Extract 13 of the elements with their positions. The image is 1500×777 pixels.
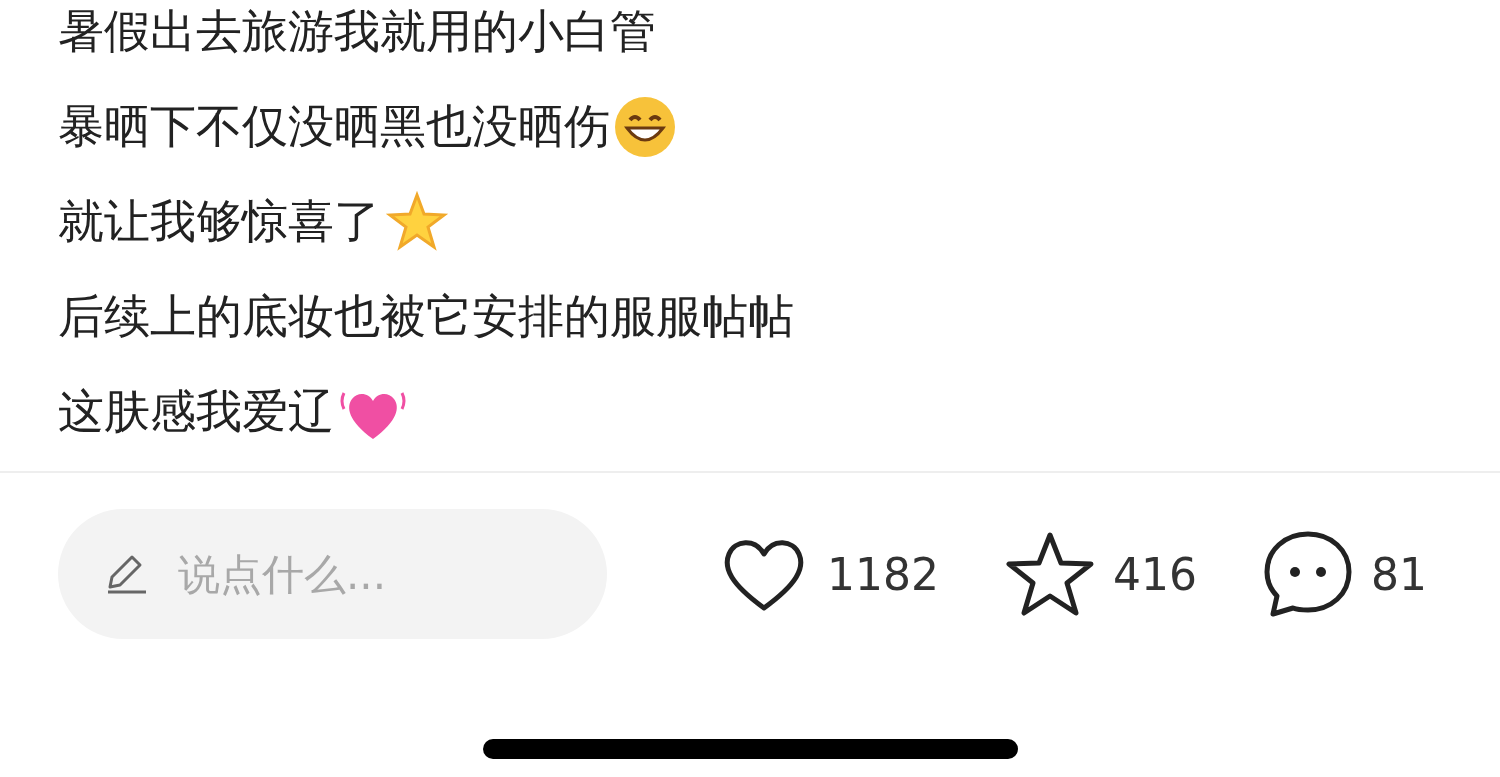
post-text: 暴晒下不仅没晒黑也没晒伤: [58, 97, 610, 155]
comment-input[interactable]: 说点什么...: [176, 548, 540, 600]
comment-icon: [1262, 530, 1353, 618]
like-button[interactable]: 1182: [719, 534, 939, 614]
collect-button[interactable]: 416: [1005, 531, 1197, 617]
comment-field[interactable]: 说点什么...: [58, 509, 607, 639]
post-text: 就让我够惊喜了: [58, 192, 380, 250]
grin-emoji-icon: [614, 95, 676, 158]
post-text: 后续上的底妆也被它安排的服服帖帖: [58, 287, 794, 345]
post-text: 这肤感我爱辽: [58, 382, 334, 440]
post-text: 暑假出去旅游我就用的小白管: [58, 2, 656, 60]
star-icon: [1005, 531, 1095, 617]
comment-button[interactable]: 81: [1262, 530, 1427, 618]
